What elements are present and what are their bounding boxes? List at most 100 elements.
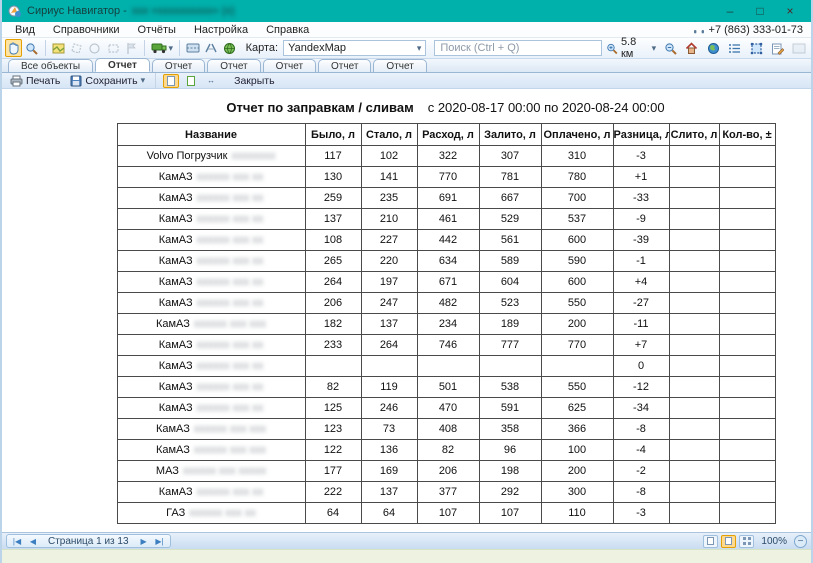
vehicle-name-cell: КамАЗxxxxxx xxx xx	[117, 377, 305, 398]
single-page-view-button[interactable]	[163, 74, 179, 88]
value-cell	[719, 209, 775, 230]
fit-arrows-icon: ↔	[207, 76, 215, 85]
menu-item-1[interactable]: Справочники	[44, 23, 129, 37]
zoom-out-button[interactable]: −	[794, 535, 807, 548]
vehicle-name: ГАЗ	[166, 507, 185, 519]
close-report-button[interactable]: Закрыть	[231, 74, 277, 88]
value-cell	[719, 251, 775, 272]
zoom-out-scale-button[interactable]	[661, 39, 679, 57]
menu-item-4[interactable]: Справка	[257, 23, 318, 37]
tab-report-6[interactable]: Отчет	[373, 59, 426, 72]
value-cell: 322	[417, 146, 479, 167]
continuous-view-button[interactable]	[183, 74, 199, 88]
maximize-button[interactable]: □	[745, 2, 775, 20]
vehicle-tracking-button[interactable]: ▾	[150, 39, 174, 57]
image-view-button[interactable]	[790, 39, 808, 57]
value-cell: 177	[305, 461, 361, 482]
road-events-button[interactable]	[203, 39, 219, 57]
search-input[interactable]	[434, 40, 602, 56]
vehicle-name-cell: КамАЗxxxxxx xxx xx	[117, 272, 305, 293]
value-cell: 247	[361, 293, 417, 314]
value-cell: 538	[479, 377, 541, 398]
zoom-in-scale-button[interactable]: 5.8 км ▾	[604, 39, 658, 57]
tab-report-1[interactable]: Отчет	[95, 58, 150, 72]
dropdown-arrow-icon: ▾	[417, 43, 422, 54]
value-cell	[669, 419, 719, 440]
first-page-button[interactable]: |◀	[10, 537, 24, 546]
value-cell: 200	[541, 461, 613, 482]
save-button[interactable]: Сохранить ▾	[67, 74, 148, 88]
minimize-button[interactable]: –	[715, 2, 745, 20]
value-cell: 197	[361, 272, 417, 293]
view-single-button[interactable]	[703, 535, 718, 548]
value-cell: -2	[613, 461, 669, 482]
vehicle-name: КамАЗ	[159, 234, 193, 246]
tab-report-5[interactable]: Отчет	[318, 59, 371, 72]
menu-item-3[interactable]: Настройка	[185, 23, 257, 37]
next-page-button[interactable]: ▶	[137, 537, 151, 546]
vehicle-name: КамАЗ	[159, 192, 193, 204]
value-cell: 265	[305, 251, 361, 272]
last-page-button[interactable]: ▶|	[153, 537, 167, 546]
vehicle-name-cell: ГАЗxxxxxx xxx xx	[117, 503, 305, 524]
value-cell: -9	[613, 209, 669, 230]
vehicle-name-cell: КамАЗxxxxxx xxx xx	[117, 356, 305, 377]
value-cell: 182	[305, 314, 361, 335]
vehicle-name-cell: КамАЗxxxxxx xxx xx	[117, 230, 305, 251]
circle-tool-button[interactable]	[87, 39, 103, 57]
edit-map-button[interactable]	[51, 39, 67, 57]
vehicle-plate-redacted: xxxxxx xxx xxxxx	[183, 465, 266, 477]
rectangle-tool-button[interactable]	[105, 39, 121, 57]
close-report-label: Закрыть	[234, 75, 274, 87]
vehicle-plate-redacted: xxxxxx xxx xx	[197, 297, 264, 309]
zoom-search-tool-button[interactable]	[24, 39, 40, 57]
vehicle-name-cell: КамАЗxxxxxx xxx xx	[117, 167, 305, 188]
value-cell	[719, 230, 775, 251]
value-cell: 781	[479, 167, 541, 188]
table-row: МАЗxxxxxx xxx xxxxx177169206198200-2	[117, 461, 775, 482]
value-cell: 220	[361, 251, 417, 272]
value-cell: -8	[613, 419, 669, 440]
tab-all-objects[interactable]: Все объекты	[8, 59, 93, 72]
value-cell: 501	[417, 377, 479, 398]
home-button[interactable]	[683, 39, 701, 57]
close-button[interactable]: ×	[775, 2, 805, 20]
pan-hand-tool-button[interactable]	[5, 39, 22, 57]
view-grid-button[interactable]	[739, 535, 754, 548]
prev-page-button[interactable]: ◀	[26, 537, 40, 546]
zoom-level: 100%	[761, 536, 787, 547]
map-select[interactable]: YandexMap ▾	[283, 40, 426, 56]
value-cell	[669, 251, 719, 272]
vehicle-name: КамАЗ	[159, 486, 193, 498]
value-cell: 222	[305, 482, 361, 503]
value-cell: 206	[305, 293, 361, 314]
flag-tool-button[interactable]	[123, 39, 139, 57]
vehicle-plate-redacted: xxxxxx xxx xx	[197, 381, 264, 393]
area-select-button[interactable]	[747, 39, 765, 57]
value-cell	[719, 398, 775, 419]
geozones-globe-button[interactable]	[221, 39, 237, 57]
value-cell: -11	[613, 314, 669, 335]
report-toolbar: Печать Сохранить ▾ ↔ Закрыть	[2, 73, 811, 89]
table-row: КамАЗxxxxxx xxx xx82119501538550-12	[117, 377, 775, 398]
polygon-tool-button[interactable]	[69, 39, 85, 57]
value-cell	[479, 356, 541, 377]
value-cell: 206	[417, 461, 479, 482]
fit-width-view-button[interactable]: ↔	[203, 74, 219, 88]
menu-item-2[interactable]: Отчёты	[129, 23, 185, 37]
tab-report-4[interactable]: Отчет	[263, 59, 316, 72]
vehicle-plate-redacted: xxxxxxxx	[231, 150, 275, 162]
object-list-button[interactable]	[725, 39, 743, 57]
table-row: КамАЗxxxxxx xxx xxx1221368296100-4	[117, 440, 775, 461]
menu-item-0[interactable]: Вид	[6, 23, 44, 37]
status-bar: |◀ ◀ Страница 1 из 13 ▶ ▶| 100% −	[2, 532, 811, 549]
world-map-button[interactable]	[704, 39, 722, 57]
print-button[interactable]: Печать	[7, 74, 63, 88]
value-cell: 102	[361, 146, 417, 167]
value-cell: 82	[305, 377, 361, 398]
tab-report-2[interactable]: Отчет	[152, 59, 205, 72]
routes-button[interactable]	[185, 39, 201, 57]
tab-report-3[interactable]: Отчет	[207, 59, 260, 72]
notes-edit-button[interactable]	[768, 39, 786, 57]
view-facing-button[interactable]	[721, 535, 736, 548]
